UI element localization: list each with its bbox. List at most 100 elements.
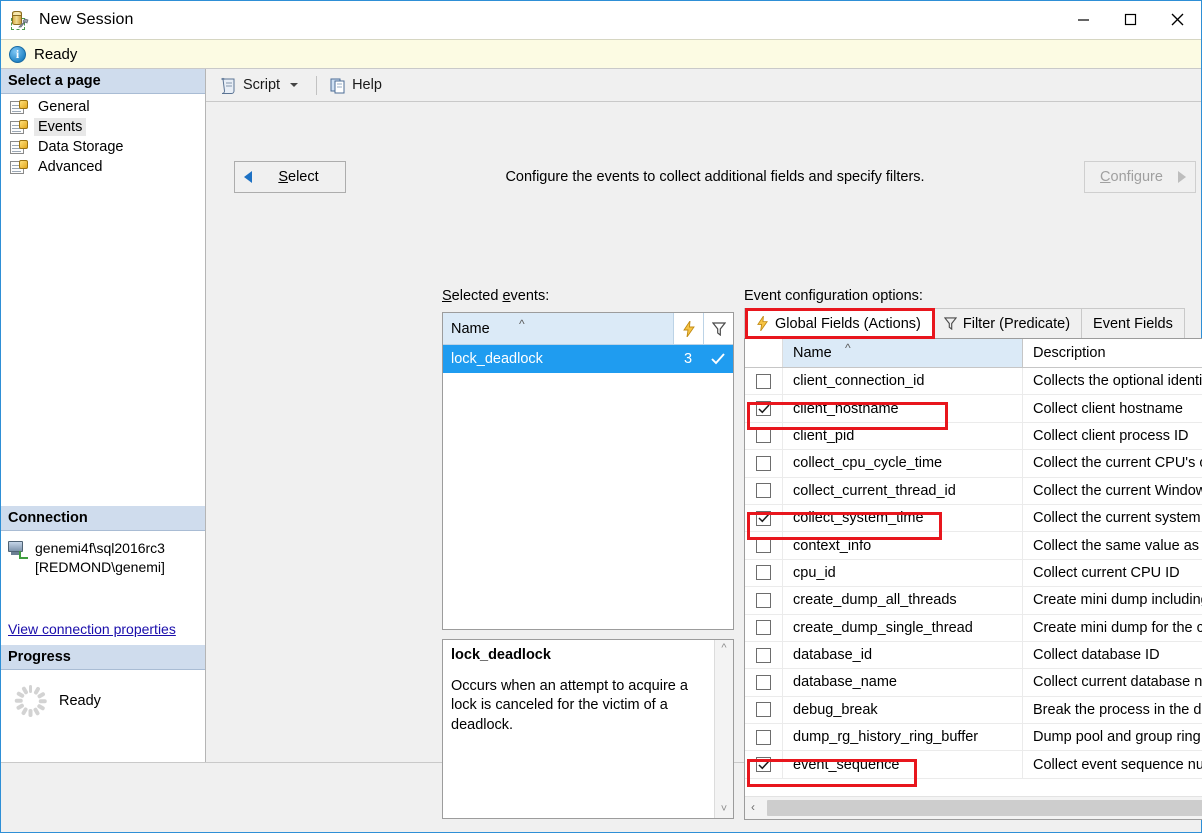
row-checkbox-cell[interactable] [745,614,783,641]
configure-button[interactable]: Configure [1084,161,1196,193]
tab-event-fields[interactable]: Event Fields [1081,308,1185,338]
row-checkbox-cell[interactable] [745,422,783,450]
funnel-icon [711,321,726,336]
row-checkbox-cell[interactable] [745,395,783,422]
table-row[interactable]: lock_deadlock 3 [443,345,733,373]
wrench-icon [18,18,29,28]
checkbox-unchecked[interactable] [756,647,771,663]
column-header-name[interactable]: Name ^ [783,339,1023,367]
field-name: create_dump_single_thread [783,614,1023,641]
toolbar: Script Help [206,69,1201,102]
sidebar-item-label: General [38,99,90,115]
checkbox-unchecked[interactable] [756,729,771,745]
checkbox-checked[interactable] [756,401,771,417]
row-checkbox-cell[interactable] [745,477,783,504]
field-description: Collect client process ID [1033,427,1189,444]
checkbox-unchecked[interactable] [756,428,771,444]
row-checkbox-cell[interactable] [745,724,783,751]
checkbox-unchecked[interactable] [756,373,771,389]
table-row[interactable]: cpu_id Collect current CPU ID [745,559,1202,588]
row-checkbox-cell[interactable] [745,587,783,614]
scroll-left-icon[interactable]: ‹ [751,801,755,813]
table-row[interactable]: debug_break Break the process in the defa… [745,696,1202,725]
table-row[interactable]: collect_current_thread_id Collect the cur… [745,477,1202,505]
row-checkbox-cell[interactable] [745,559,783,587]
field-name: client_pid [783,422,1023,450]
event-description-text: Occurs when an attempt to acquire a lock… [451,678,688,733]
checkbox-unchecked[interactable] [756,620,771,636]
scroll-up-icon[interactable]: ^ [721,643,726,654]
select-button[interactable]: Select [234,161,346,193]
checkbox-unchecked[interactable] [756,674,771,690]
table-row[interactable]: create_dump_single_thread Create mini dum… [745,614,1202,642]
checkbox-checked[interactable] [756,757,771,773]
column-header-name[interactable]: Name ^ [443,313,673,344]
maximize-button[interactable] [1107,1,1154,38]
window-controls [1060,1,1201,38]
checkbox-checked[interactable] [756,510,771,526]
description-scrollbar[interactable]: ^ ˅ [714,640,733,818]
view-connection-properties-link[interactable]: View connection properties [8,621,205,637]
tab-filter-predicate[interactable]: Filter (Predicate) [931,308,1083,338]
table-row[interactable]: event_sequence Collect event sequence num… [745,751,1202,779]
table-row[interactable]: collect_cpu_cycle_time Collect the curren… [745,450,1202,478]
column-header-name-label: Name [793,345,832,361]
close-button[interactable] [1154,1,1201,38]
sidebar-item-label: Advanced [38,159,103,175]
scrollbar-thumb[interactable] [767,800,1202,816]
table-row[interactable]: database_id Collect database ID [745,641,1202,670]
field-name: database_id [783,641,1023,669]
column-header-filter[interactable] [703,313,733,344]
row-checkbox-cell[interactable] [745,504,783,532]
selected-events-header: Name ^ [443,313,733,345]
checkbox-unchecked[interactable] [756,455,771,471]
help-button[interactable]: Help [324,74,388,97]
row-checkbox-cell[interactable] [745,669,783,696]
table-row[interactable]: client_hostname Collect client hostname [745,395,1202,423]
checkbox-unchecked[interactable] [756,483,771,499]
checkbox-unchecked[interactable] [756,538,771,554]
table-row[interactable]: collect_system_time Collect the current s… [745,504,1202,533]
session-database-tools-icon [10,10,32,30]
table-row[interactable]: client_pid Collect client process ID [745,422,1202,451]
row-checkbox-cell[interactable] [745,696,783,724]
table-row[interactable]: database_name Collect current database na… [745,669,1202,697]
script-button[interactable]: Script [214,74,309,97]
field-name: collect_cpu_cycle_time [783,450,1023,477]
status-bar: i Ready [1,39,1201,69]
checkbox-unchecked[interactable] [756,565,771,581]
row-checkbox-cell[interactable] [745,450,783,477]
row-checkbox-cell[interactable] [745,641,783,669]
page-icon [10,159,28,175]
lightning-icon [682,320,695,337]
sidebar-item-general[interactable]: General [1,97,205,117]
event-description-panel: lock_deadlock Occurs when an attempt to … [442,639,734,819]
table-row[interactable]: create_dump_all_threads Create mini dump … [745,587,1202,615]
checkbox-unchecked[interactable] [756,702,771,718]
sidebar-item-advanced[interactable]: Advanced [1,157,205,177]
sidebar-item-data-storage[interactable]: Data Storage [1,137,205,157]
chevron-down-icon[interactable] [290,83,299,87]
tab-global-fields-actions[interactable]: Global Fields (Actions) [744,308,933,338]
arrow-left-icon [244,171,252,183]
row-checkbox-cell[interactable] [745,532,783,559]
server-icon [8,541,28,560]
checkbox-unchecked[interactable] [756,592,771,608]
fields-horizontal-scrollbar[interactable]: ‹ › [745,796,1202,819]
minimize-button[interactable] [1060,1,1107,38]
table-row[interactable]: context_info Collect the same value as th… [745,532,1202,560]
selected-events-grid[interactable]: Name ^ lock_deadlock 3 [442,312,734,630]
field-description: Create mini dump for the current thread [1033,619,1202,636]
toolbar-separator [316,75,318,95]
scroll-down-icon[interactable]: ˅ [721,804,727,815]
events-page-content: Select Configure the events to collect a… [206,102,1202,820]
table-row[interactable]: client_connection_id Collects the optiona… [745,368,1202,396]
column-header-actions[interactable] [673,313,703,344]
row-checkbox-cell[interactable] [745,368,783,395]
column-header-description[interactable]: Description [1023,339,1202,367]
sidebar-item-events[interactable]: Events [1,117,205,137]
column-header-name-label: Name [451,320,490,337]
column-header-description-label: Description [1033,345,1106,361]
table-row[interactable]: dump_rg_history_ring_buffer Dump pool and… [745,724,1202,752]
row-checkbox-cell[interactable] [745,751,783,778]
